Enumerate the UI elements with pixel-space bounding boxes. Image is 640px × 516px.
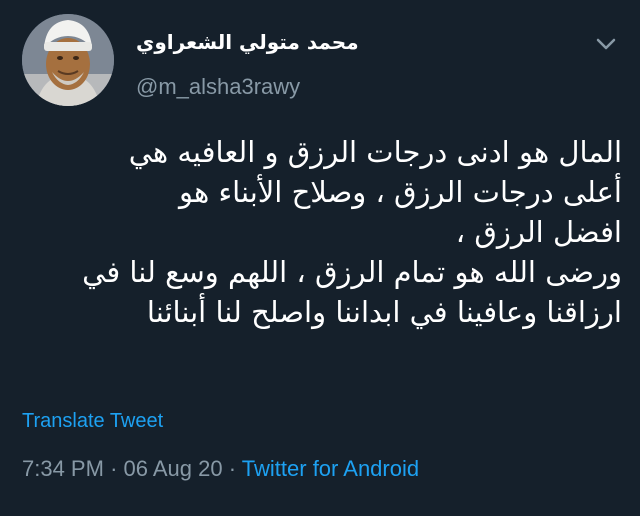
tweet-source-link[interactable]: Twitter for Android [242, 456, 419, 481]
tweet-card: محمد متولي الشعراوي @m_alsha3rawy المال … [0, 0, 640, 516]
tweet-line: المال هو ادنى درجات الرزق و العافيه هي [128, 135, 622, 169]
separator: · [110, 456, 118, 481]
avatar-photo [22, 14, 114, 106]
tweet-time[interactable]: 7:34 PM [22, 456, 104, 481]
tweet-metadata: 7:34 PM · 06 Aug 20 · Twitter for Androi… [22, 456, 419, 482]
tweet-date[interactable]: 06 Aug 20 [124, 456, 223, 481]
author-display-name[interactable]: محمد متولي الشعراوي [136, 30, 359, 54]
tweet-line: أعلى درجات الرزق ، وصلاح الأبناء هو [178, 175, 622, 209]
tweet-line: ارزاقنا وعافينا في ابداننا واصلح لنا أبن… [146, 295, 622, 329]
tweet-body: المال هو ادنى درجات الرزق و العافيه هي أ… [18, 132, 622, 332]
tweet-line: افضل الرزق ، [455, 215, 622, 249]
chevron-down-icon[interactable] [594, 34, 618, 54]
translate-tweet-link[interactable]: Translate Tweet [22, 410, 163, 433]
avatar[interactable] [22, 14, 114, 106]
separator: · [228, 456, 237, 481]
author-handle[interactable]: @m_alsha3rawy [136, 74, 300, 100]
tweet-line: ورضى الله هو تمام الرزق ، اللهم وسع لنا … [82, 255, 622, 289]
